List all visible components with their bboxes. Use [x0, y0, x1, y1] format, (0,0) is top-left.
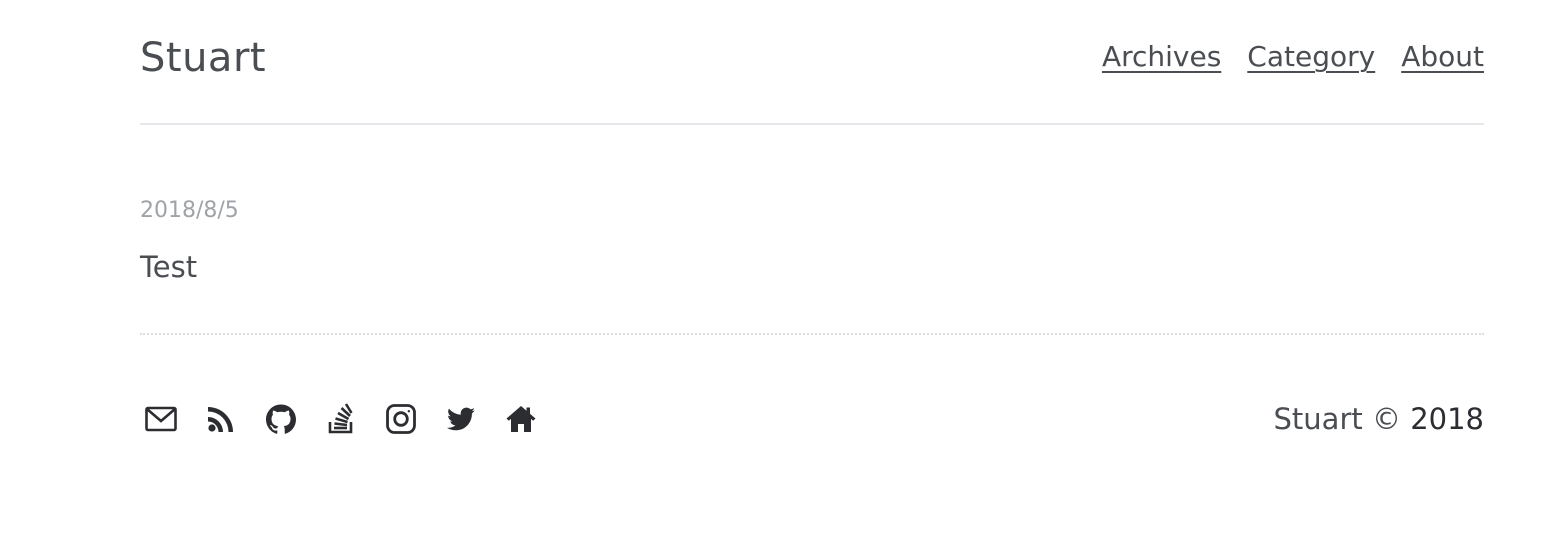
site-title-link[interactable]: Stuart [140, 33, 266, 83]
page-container: Stuart Archives Category About 2018/8/5 … [140, 0, 1484, 536]
nav-category-link[interactable]: Category [1247, 40, 1375, 74]
copyright-symbol: © [1371, 402, 1401, 436]
mail-icon[interactable] [144, 402, 204, 436]
post-item: 2018/8/5 Test [140, 196, 1484, 335]
site-header: Stuart Archives Category About [140, 0, 1484, 125]
social-links [144, 402, 564, 436]
github-icon[interactable] [264, 402, 324, 436]
copyright-text: Stuart © 2018 [1274, 400, 1484, 438]
post-title-link[interactable]: Test [140, 247, 197, 287]
home-icon[interactable] [504, 402, 564, 436]
nav-archives-link[interactable]: Archives [1102, 40, 1221, 74]
nav-about-link[interactable]: About [1401, 40, 1484, 74]
post-date: 2018/8/5 [140, 198, 239, 223]
instagram-icon[interactable] [384, 402, 444, 436]
rss-icon[interactable] [204, 402, 264, 436]
stackoverflow-icon[interactable] [324, 402, 384, 436]
copyright-name: Stuart [1273, 402, 1363, 436]
twitter-icon[interactable] [444, 402, 504, 436]
main-nav: Archives Category About [1102, 40, 1484, 74]
copyright-year: 2018 [1410, 402, 1484, 436]
